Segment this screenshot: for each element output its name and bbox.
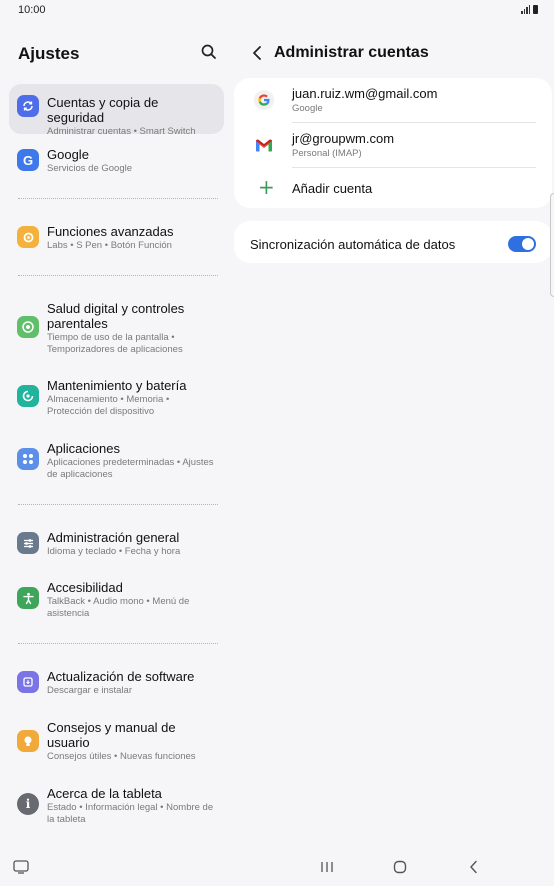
item-subtitle: TalkBack • Audio mono • Menú de asistenc… xyxy=(47,596,190,619)
sliders-icon xyxy=(17,532,39,554)
settings-item-accessibility[interactable]: Accesibilidad TalkBack • Audio mono • Men… xyxy=(9,580,224,622)
chevron-left-icon xyxy=(253,46,261,60)
auto-sync-label: Sincronización automática de datos xyxy=(250,237,456,252)
accessibility-icon xyxy=(17,587,39,609)
page-title: Administrar cuentas xyxy=(274,44,429,61)
account-email: jr@groupwm.com xyxy=(292,131,395,146)
section-divider xyxy=(18,504,218,505)
item-title: Mantenimiento y batería xyxy=(47,378,187,393)
item-title: Salud digital y controles parentales xyxy=(47,301,185,331)
edge-panel-handle[interactable] xyxy=(550,193,554,297)
home-icon xyxy=(393,860,407,874)
settings-title: Ajustes xyxy=(18,44,80,63)
auto-sync-toggle[interactable] xyxy=(508,236,536,252)
settings-item-advanced-features[interactable]: Funciones avanzadas Labs • S Pen • Botón … xyxy=(9,224,224,264)
account-email: juan.ruiz.wm@gmail.com xyxy=(292,86,438,101)
settings-item-accounts-backup[interactable]: Cuentas y copia de seguridad Administrar … xyxy=(9,84,224,137)
gmail-icon xyxy=(254,135,274,155)
home-button[interactable] xyxy=(393,860,407,879)
add-account-label: Añadir cuenta xyxy=(292,181,373,196)
google-g-icon xyxy=(254,90,274,110)
auto-sync-row[interactable]: Sincronización automática de datos xyxy=(234,221,552,263)
item-title: Consejos y manual de usuario xyxy=(47,720,176,750)
section-divider xyxy=(18,275,218,276)
search-icon xyxy=(201,44,216,59)
item-title: Cuentas y copia de seguridad xyxy=(47,95,159,125)
settings-item-software-update[interactable]: Actualización de software Descargar e ins… xyxy=(9,669,224,709)
wellbeing-icon xyxy=(17,316,39,338)
account-row-imap[interactable]: jr@groupwm.com Personal (IMAP) xyxy=(234,123,552,167)
back-nav-button[interactable] xyxy=(468,860,480,879)
account-row-google[interactable]: juan.ruiz.wm@gmail.com Google xyxy=(234,78,552,122)
star-gear-icon xyxy=(17,226,39,248)
settings-item-google[interactable]: G Google Servicios de Google xyxy=(9,147,224,187)
taskbar-button[interactable] xyxy=(13,860,29,879)
section-divider xyxy=(18,643,218,644)
item-subtitle: Labs • S Pen • Botón Función xyxy=(47,240,172,251)
accounts-card: juan.ruiz.wm@gmail.com Google jr@groupwm… xyxy=(234,78,552,208)
settings-item-tips-manual[interactable]: Consejos y manual de usuario Consejos úti… xyxy=(9,720,224,778)
toggle-knob xyxy=(522,238,534,250)
status-bar: 10:00 xyxy=(0,0,554,22)
item-title: Actualización de software xyxy=(47,669,195,684)
account-type: Google xyxy=(292,103,323,114)
status-time: 10:00 xyxy=(18,4,46,16)
settings-item-maintenance[interactable]: Mantenimiento y batería Almacenamiento • … xyxy=(9,378,224,420)
item-subtitle: Estado • Información legal • Nombre de l… xyxy=(47,802,214,825)
status-icons xyxy=(521,5,538,14)
item-subtitle: Almacenamiento • Memoria • Protección de… xyxy=(47,394,170,417)
taskbar-icon xyxy=(13,860,29,874)
sync-icon xyxy=(17,95,39,117)
section-divider xyxy=(18,198,218,199)
item-subtitle: Idioma y teclado • Fecha y hora xyxy=(47,546,181,557)
item-subtitle: Servicios de Google xyxy=(47,163,133,174)
item-title: Aplicaciones xyxy=(47,441,120,456)
item-subtitle: Tiempo de uso de la pantalla • Temporiza… xyxy=(47,332,183,355)
item-subtitle: Aplicaciones predeterminadas • Ajustes d… xyxy=(47,457,214,480)
battery-icon xyxy=(533,5,538,14)
info-icon: i xyxy=(17,793,39,815)
navigation-bar xyxy=(0,842,554,886)
item-subtitle: Administrar cuentas • Smart Switch xyxy=(47,126,196,137)
signal-icon xyxy=(521,5,530,14)
recent-apps-icon xyxy=(321,862,333,872)
item-title: Funciones avanzadas xyxy=(47,224,174,239)
item-subtitle: Descargar e instalar xyxy=(47,685,133,696)
item-title: Acerca de la tableta xyxy=(47,786,162,801)
settings-item-digital-wellbeing[interactable]: Salud digital y controles parentales Tiem… xyxy=(9,301,224,359)
accounts-detail-pane: Administrar cuentas juan.ruiz.wm@gmail.c… xyxy=(232,22,554,842)
lightbulb-icon xyxy=(17,730,39,752)
item-title: Administración general xyxy=(47,530,180,545)
update-icon xyxy=(17,671,39,693)
item-title: Google xyxy=(47,147,89,162)
item-subtitle: Consejos útiles • Nuevas funciones xyxy=(47,751,196,762)
settings-item-about-tablet[interactable]: i Acerca de la tableta Estado • Informaci… xyxy=(9,786,224,828)
item-title: Accesibilidad xyxy=(47,580,123,595)
account-type: Personal (IMAP) xyxy=(292,148,362,159)
google-icon: G xyxy=(17,149,39,171)
settings-item-general-management[interactable]: Administración general Idioma y teclado •… xyxy=(9,530,224,570)
search-button[interactable] xyxy=(199,42,219,62)
plus-icon: + xyxy=(258,175,275,199)
recent-apps-button[interactable] xyxy=(320,860,334,878)
maintenance-icon xyxy=(17,385,39,407)
add-account-button[interactable]: + Añadir cuenta xyxy=(234,168,552,208)
settings-list-pane: Ajustes Cuentas y copia de seguridad Admi… xyxy=(0,22,232,842)
apps-grid-icon xyxy=(17,448,39,470)
back-button[interactable] xyxy=(250,44,264,62)
back-icon xyxy=(470,860,477,874)
settings-item-apps[interactable]: Aplicaciones Aplicaciones predeterminadas… xyxy=(9,441,224,483)
